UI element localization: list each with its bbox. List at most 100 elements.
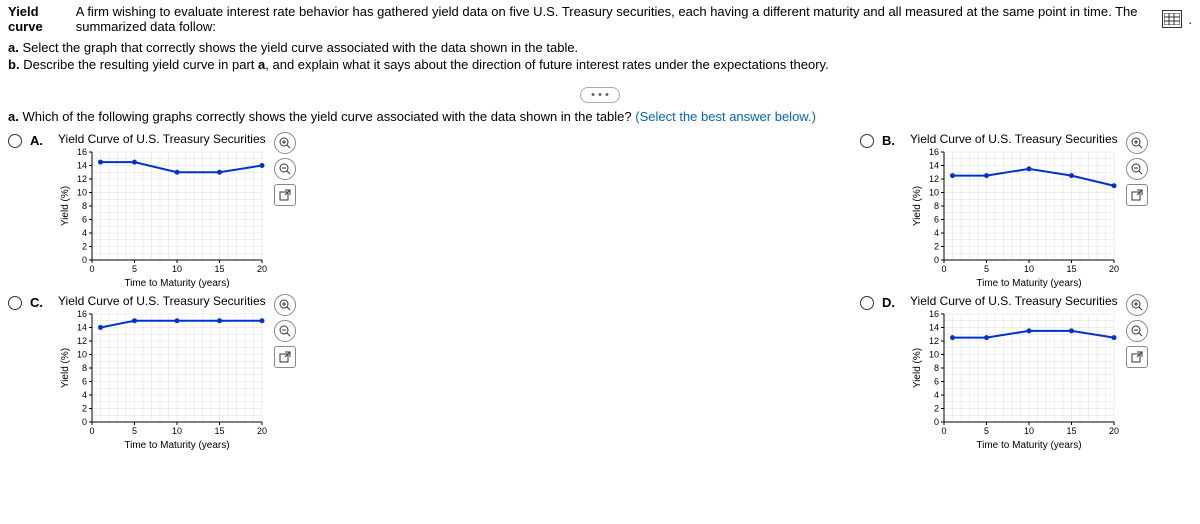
chart-a: 051015200246810121416Time to Maturity (y… — [58, 148, 268, 288]
title-bold: Yield curve — [8, 4, 70, 34]
choice-a[interactable]: A. Yield Curve of U.S. Treasury Securiti… — [8, 132, 340, 288]
question-header: Yield curve A firm wishing to evaluate i… — [8, 4, 1192, 34]
svg-text:Time to Maturity (years): Time to Maturity (years) — [124, 278, 229, 288]
chart-a-box: Yield Curve of U.S. Treasury Securities … — [58, 132, 268, 288]
svg-text:20: 20 — [257, 264, 267, 274]
svg-text:4: 4 — [82, 228, 87, 238]
svg-text:12: 12 — [77, 336, 87, 346]
svg-text:Yield (%): Yield (%) — [60, 186, 71, 226]
zoom-in-icon[interactable] — [1126, 132, 1148, 154]
part-a-label: a. — [8, 40, 19, 55]
chart-b-box: Yield Curve of U.S. Treasury Securities … — [910, 132, 1120, 288]
zoom-in-icon[interactable] — [274, 294, 296, 316]
svg-text:12: 12 — [929, 174, 939, 184]
svg-text:0: 0 — [941, 264, 946, 274]
instructions: a. Select the graph that correctly shows… — [8, 40, 1192, 74]
svg-text:10: 10 — [172, 426, 182, 436]
svg-text:14: 14 — [77, 160, 87, 170]
svg-text:10: 10 — [1024, 426, 1034, 436]
svg-text:4: 4 — [82, 390, 87, 400]
chart-d-box: Yield Curve of U.S. Treasury Securities … — [910, 294, 1120, 450]
choices-grid: A. Yield Curve of U.S. Treasury Securiti… — [8, 132, 1192, 456]
title-rest: A firm wishing to evaluate interest rate… — [76, 4, 1157, 34]
svg-text:2: 2 — [934, 241, 939, 251]
svg-text:16: 16 — [77, 148, 87, 157]
choice-b[interactable]: B. Yield Curve of U.S. Treasury Securiti… — [860, 132, 1192, 288]
svg-text:0: 0 — [89, 426, 94, 436]
popout-icon[interactable] — [274, 346, 296, 368]
svg-text:Time to Maturity (years): Time to Maturity (years) — [976, 278, 1081, 288]
chart-d-title: Yield Curve of U.S. Treasury Securities — [910, 294, 1120, 308]
svg-text:14: 14 — [929, 322, 939, 332]
svg-text:10: 10 — [929, 349, 939, 359]
svg-text:0: 0 — [934, 255, 939, 265]
svg-text:0: 0 — [941, 426, 946, 436]
choice-d[interactable]: D. Yield Curve of U.S. Treasury Securiti… — [860, 294, 1192, 450]
choice-a-label: A. — [30, 133, 50, 148]
svg-text:0: 0 — [82, 255, 87, 265]
chart-c-box: Yield Curve of U.S. Treasury Securities … — [58, 294, 268, 450]
expand-button[interactable]: • • • — [580, 87, 620, 103]
svg-text:15: 15 — [214, 426, 224, 436]
svg-text:0: 0 — [82, 417, 87, 427]
zoom-in-icon[interactable] — [274, 132, 296, 154]
svg-text:20: 20 — [1109, 426, 1119, 436]
radio-a[interactable] — [8, 134, 22, 148]
svg-text:16: 16 — [77, 310, 87, 319]
choice-c[interactable]: C. Yield Curve of U.S. Treasury Securiti… — [8, 294, 340, 450]
svg-text:2: 2 — [934, 403, 939, 413]
zoom-out-icon[interactable] — [274, 320, 296, 342]
radio-c[interactable] — [8, 296, 22, 310]
zoom-out-icon[interactable] — [274, 158, 296, 180]
chart-a-tools — [274, 132, 296, 206]
part-b-text-2: , and explain what it says about the dir… — [265, 57, 828, 72]
chart-c-title: Yield Curve of U.S. Treasury Securities — [58, 294, 268, 308]
popout-icon[interactable] — [1126, 346, 1148, 368]
chart-c: 051015200246810121416Time to Maturity (y… — [58, 310, 268, 450]
radio-b[interactable] — [860, 134, 874, 148]
svg-text:16: 16 — [929, 310, 939, 319]
part-a-text: Select the graph that correctly shows th… — [22, 40, 578, 55]
prompt-a-label: a. — [8, 109, 19, 124]
svg-text:5: 5 — [984, 264, 989, 274]
svg-text:14: 14 — [77, 322, 87, 332]
svg-text:12: 12 — [929, 336, 939, 346]
radio-d[interactable] — [860, 296, 874, 310]
chart-a-title: Yield Curve of U.S. Treasury Securities — [58, 132, 268, 146]
svg-text:Yield (%): Yield (%) — [60, 348, 71, 388]
popout-icon[interactable] — [1126, 184, 1148, 206]
chart-d-tools — [1126, 294, 1148, 368]
question-prompt: a. Which of the following graphs correct… — [8, 109, 1192, 124]
prompt-text: Which of the following graphs correctly … — [22, 109, 631, 124]
svg-text:4: 4 — [934, 390, 939, 400]
svg-text:15: 15 — [1066, 264, 1076, 274]
choice-b-label: B. — [882, 133, 902, 148]
svg-text:Time to Maturity (years): Time to Maturity (years) — [124, 440, 229, 450]
svg-text:15: 15 — [1066, 426, 1076, 436]
svg-text:6: 6 — [934, 214, 939, 224]
svg-text:6: 6 — [82, 376, 87, 386]
chart-d: 051015200246810121416Time to Maturity (y… — [910, 310, 1120, 450]
svg-text:5: 5 — [132, 426, 137, 436]
svg-text:10: 10 — [172, 264, 182, 274]
svg-text:5: 5 — [984, 426, 989, 436]
svg-text:8: 8 — [934, 201, 939, 211]
svg-text:2: 2 — [82, 241, 87, 251]
chart-b: 051015200246810121416Time to Maturity (y… — [910, 148, 1120, 288]
popout-icon[interactable] — [274, 184, 296, 206]
svg-text:12: 12 — [77, 174, 87, 184]
svg-text:10: 10 — [929, 187, 939, 197]
zoom-in-icon[interactable] — [1126, 294, 1148, 316]
zoom-out-icon[interactable] — [1126, 320, 1148, 342]
prompt-hint: (Select the best answer below.) — [635, 109, 816, 124]
svg-text:16: 16 — [929, 148, 939, 157]
svg-text:15: 15 — [214, 264, 224, 274]
svg-text:5: 5 — [132, 264, 137, 274]
choice-d-label: D. — [882, 295, 902, 310]
svg-text:8: 8 — [934, 363, 939, 373]
svg-text:8: 8 — [82, 201, 87, 211]
data-table-icon[interactable] — [1162, 10, 1182, 28]
zoom-out-icon[interactable] — [1126, 158, 1148, 180]
svg-text:10: 10 — [77, 187, 87, 197]
svg-text:20: 20 — [1109, 264, 1119, 274]
